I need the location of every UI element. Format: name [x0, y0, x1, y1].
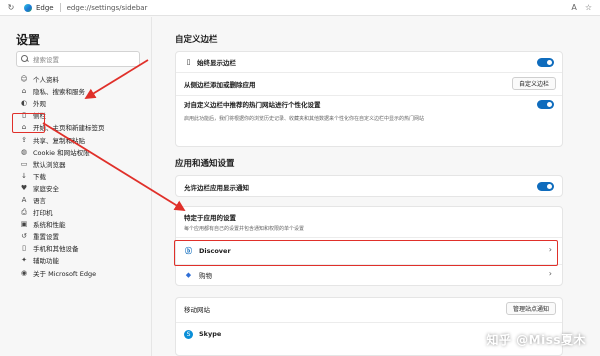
always-show-toggle[interactable]	[537, 58, 554, 67]
app-specific-sub-row: 每个应用都有自己的设置并包含通知和权限的单个设置	[176, 223, 562, 233]
sidebar-item-label: 系统和性能	[33, 221, 66, 230]
highlight-box-discover	[174, 240, 558, 266]
always-show-label: 始终显示边栏	[197, 59, 236, 67]
allow-notify-row: 允许边栏应用显示通知	[176, 176, 562, 198]
mobile-label: 移动网站	[184, 306, 210, 314]
mobile-row: 移动网站 管理站点通知	[176, 298, 562, 320]
app-specific-title: 特定于应用的设置	[184, 214, 236, 222]
shopping-tag-icon: ◆	[185, 271, 192, 279]
add-remove-row: 从侧边栏添加或删除应用 自定义边栏	[176, 73, 562, 95]
shopping-label: 购物	[199, 272, 212, 280]
family-icon: ♥	[20, 183, 28, 192]
sidebar-item[interactable]: ✦ 辅助功能	[16, 254, 146, 266]
sidebar-item-label: 共享、复制和粘贴	[33, 136, 85, 145]
download-icon: ↓	[21, 171, 27, 180]
cookie-icon: ◍	[20, 147, 28, 156]
personalize-label: 对自定义边栏中推荐的热门网站进行个性化设置	[184, 101, 321, 109]
sidebar-item[interactable]: A 语言	[16, 194, 146, 206]
settings-nav: ☺ 个人资料 ⌂ 隐私、搜索和服务 ◐ 外观 ▯ 侧栏 ⌂ 开始、主页和新建标签页 ⇪ 共享、复制和粘…	[16, 73, 146, 279]
person-icon: ☺	[20, 75, 28, 84]
sidebar-item-label: 默认浏览器	[33, 160, 66, 169]
sidebar-item[interactable]: ◉ 关于 Microsoft Edge	[16, 267, 146, 279]
refresh-icon[interactable]: ↻	[6, 3, 16, 13]
app-specific-title-row: 特定于应用的设置	[176, 211, 562, 223]
sidebar-item[interactable]: ⇪ 共享、复制和粘贴	[16, 133, 146, 145]
chevron-right-icon: ›	[548, 269, 552, 278]
sidebar-item[interactable]: ▣ 系统和性能	[16, 218, 146, 230]
edge-icon: ◉	[20, 268, 28, 277]
sidebar-item[interactable]: ◍ Cookie 和网站权限	[16, 146, 146, 158]
watermark-text: 知乎 @Miss夏木	[486, 333, 586, 347]
sidebar-icon: ▯	[186, 58, 191, 66]
sidebar-item[interactable]: ▯ 手机和其他设备	[16, 242, 146, 254]
language-icon: A	[21, 195, 27, 204]
sidebar-item-label: 下载	[33, 172, 46, 181]
personalize-description: 启用此功能后，我们将根据你的浏览历史记录、收藏夹和其他数据来个性化你在自定义边栏…	[184, 115, 425, 122]
sidebar-item-label: 外观	[33, 100, 46, 109]
personalize-row: 对自定义边栏中推荐的热门网站进行个性化设置	[176, 96, 562, 112]
sidebar-item-label: 关于 Microsoft Edge	[33, 269, 97, 278]
sidebar-item[interactable]: ▭ 默认浏览器	[16, 158, 146, 170]
sidebar-item-label: 打印机	[33, 209, 53, 218]
reset-icon: ↺	[21, 232, 27, 241]
customize-card: ▯ 始终显示边栏 从侧边栏添加或删除应用 自定义边栏 对自定义边栏中推荐的热门网…	[175, 51, 563, 147]
personalize-toggle[interactable]	[537, 100, 554, 109]
allow-notify-label: 允许边栏应用显示通知	[184, 184, 249, 192]
favorite-star-icon[interactable]: ☆	[585, 3, 592, 12]
sidebar-item[interactable]: ♥ 家庭安全	[16, 182, 146, 194]
sidebar-item-label: 重置设置	[33, 233, 59, 242]
printer-icon: ⎙	[21, 207, 27, 216]
sidebar-item-label: 辅助功能	[33, 257, 59, 266]
highlight-box-sidebar-item	[12, 113, 45, 133]
search-icon	[21, 55, 29, 63]
address-bar: ↻ Edge edge://settings/sidebar A ☆	[0, 0, 600, 16]
customize-sidebar-button[interactable]: 自定义边栏	[511, 77, 556, 90]
sidebar-item-label: 手机和其他设备	[33, 245, 79, 254]
system-icon: ▣	[20, 220, 28, 229]
address-divider	[59, 3, 61, 12]
skype-icon: S	[184, 329, 193, 339]
edge-logo-icon	[24, 3, 32, 12]
search-input[interactable]: 搜索设置	[16, 51, 140, 67]
lock-icon: ⌂	[21, 87, 27, 96]
settings-title: 设置	[16, 33, 41, 47]
sidebar-item[interactable]: ⌂ 隐私、搜索和服务	[16, 85, 146, 97]
section-title-apps: 应用和通知设置	[175, 159, 235, 169]
browser-origin: Edge	[36, 3, 54, 12]
browser-icon: ▭	[20, 159, 28, 168]
sidebar-item[interactable]: ⎙ 打印机	[16, 206, 146, 218]
address-bar-actions: A ☆	[571, 3, 592, 12]
url-text[interactable]: edge://settings/sidebar	[67, 4, 148, 12]
always-show-row: ▯ 始终显示边栏	[176, 52, 562, 72]
skype-label: Skype	[199, 330, 222, 338]
sidebar-item-label: Cookie 和网站权限	[33, 148, 90, 157]
search-placeholder: 搜索设置	[33, 56, 59, 64]
manage-site-notify-button[interactable]: 管理站点通知	[505, 302, 556, 315]
app-specific-description: 每个应用都有自己的设置并包含通知和权限的单个设置	[184, 225, 305, 232]
sidebar-item[interactable]: ↓ 下载	[16, 170, 146, 182]
phone-icon: ▯	[22, 244, 26, 253]
sidebar-item-label: 隐私、搜索和服务	[33, 88, 85, 97]
sidebar-item-label: 语言	[33, 196, 46, 205]
sidebar-item-label: 个人资料	[33, 76, 59, 85]
sidebar-item[interactable]: ☺ 个人资料	[16, 73, 146, 85]
app-row-shopping[interactable]: ◆ 购物 ›	[176, 265, 562, 285]
sidebar-item-label: 家庭安全	[33, 184, 59, 193]
sidebar-item[interactable]: ↺ 重置设置	[16, 230, 146, 242]
accessibility-icon: ✦	[21, 256, 27, 265]
sidebar-item[interactable]: ◐ 外观	[16, 97, 146, 109]
add-remove-label: 从侧边栏添加或删除应用	[184, 81, 256, 89]
read-aloud-icon[interactable]: A	[571, 3, 576, 12]
appearance-icon: ◐	[20, 99, 28, 108]
share-icon: ⇪	[21, 135, 27, 144]
main-content: 自定义边栏 ▯ 始终显示边栏 从侧边栏添加或删除应用 自定义边栏 对自定义边栏中…	[153, 17, 600, 356]
personalize-sub-row: 启用此功能后，我们将根据你的浏览历史记录、收藏夹和其他数据来个性化你在自定义边栏…	[176, 112, 562, 124]
settings-sidebar: 设置 搜索设置 ☺ 个人资料 ⌂ 隐私、搜索和服务 ◐ 外观 ▯ 侧栏 ⌂ 开始、主页和新建标签页…	[0, 17, 152, 356]
allow-notify-toggle[interactable]	[537, 182, 554, 191]
notify-card: 允许边栏应用显示通知	[175, 175, 563, 197]
section-title-customize: 自定义边栏	[175, 35, 218, 45]
